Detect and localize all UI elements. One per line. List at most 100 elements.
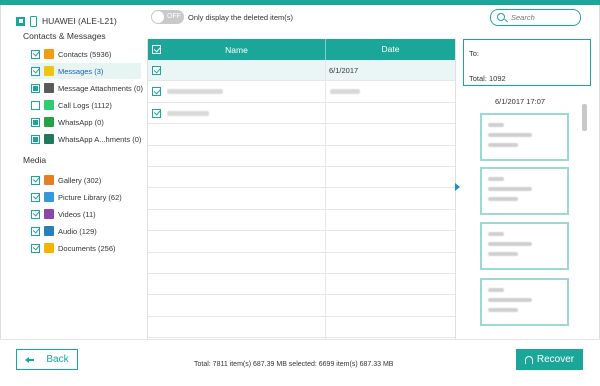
- sidebar-item[interactable]: WhatsApp (0): [31, 114, 104, 130]
- sidebar-item-checkbox[interactable]: [31, 134, 40, 144]
- blurred-message-text: [488, 133, 532, 137]
- table-body: 6/1/2017: [148, 60, 455, 360]
- sidebar-item[interactable]: Contacts (5936): [31, 46, 111, 62]
- recover-button[interactable]: Recover: [516, 349, 583, 370]
- table-row-empty: [148, 253, 455, 274]
- blurred-message-text: [488, 187, 532, 191]
- sidebar-item[interactable]: Gallery (302): [31, 172, 101, 188]
- sidebar-item-label: Picture Library (62): [58, 192, 122, 202]
- table-header: Name Date: [148, 39, 455, 60]
- scrollbar-thumb[interactable]: [582, 104, 587, 131]
- device-name: HUAWEI (ALE-L21): [42, 16, 117, 26]
- sidebar-item-checkbox[interactable]: [31, 66, 40, 76]
- blurred-message-text: [488, 232, 504, 236]
- device-row[interactable]: HUAWEI (ALE-L21): [16, 13, 117, 29]
- to-label: To:: [469, 49, 480, 58]
- preview-timestamp: 6/1/2017 17:07: [495, 97, 546, 106]
- row-checkbox[interactable]: [152, 108, 161, 118]
- recover-icon: [524, 355, 533, 364]
- sidebar-item-checkbox[interactable]: [31, 100, 40, 110]
- blurred-message-text: [488, 242, 532, 246]
- messages-table: Name Date 6/1/2017: [147, 39, 456, 360]
- search-input[interactable]: [511, 12, 577, 23]
- sidebar-item[interactable]: Messages (3): [31, 63, 141, 79]
- sidebar-item-label: Messages (3): [58, 66, 104, 76]
- table-row-empty: [148, 188, 455, 210]
- sidebar-item-checkbox[interactable]: [31, 83, 40, 93]
- sidebar-item-checkbox[interactable]: [31, 175, 40, 185]
- row-checkbox[interactable]: [152, 66, 161, 75]
- recipient-box: To: Total: 1092: [463, 39, 591, 86]
- blurred-message-text: [488, 177, 504, 181]
- deleted-only-toggle[interactable]: OFF: [151, 10, 184, 24]
- blurred-message-text: [488, 252, 518, 256]
- section-title: Media: [23, 155, 47, 165]
- sidebar-item-label: WhatsApp A...hments (0): [58, 134, 142, 144]
- table-row-empty: [148, 146, 455, 167]
- sidebar-item-label: Call Logs (1112): [58, 100, 112, 110]
- sidebar-item-label: Videos (11): [58, 209, 96, 219]
- audio-icon: [44, 226, 54, 236]
- sidebar-item-checkbox[interactable]: [31, 49, 40, 59]
- message-bubble: [480, 222, 569, 270]
- call-logs-icon: [44, 100, 54, 110]
- sidebar-item-label: Audio (129): [58, 226, 97, 236]
- gallery-icon: [44, 175, 54, 185]
- blurred-message-text: [488, 298, 532, 302]
- preview-scrollbar[interactable]: [582, 104, 587, 339]
- sidebar-item[interactable]: WhatsApp A...hments (0): [31, 131, 141, 147]
- sidebar-item-checkbox[interactable]: [31, 117, 40, 127]
- sidebar-item[interactable]: Picture Library (62): [31, 189, 122, 205]
- blurred-contact-name: [167, 89, 223, 95]
- category-sidebar: HUAWEI (ALE-L21) Contacts & Messages Cont…: [0, 5, 147, 339]
- sidebar-item[interactable]: Documents (256): [31, 240, 116, 256]
- sidebar-item[interactable]: Message Attachments (0): [31, 80, 143, 96]
- sidebar-item-label: Message Attachments (0): [58, 83, 144, 93]
- blurred-message-text: [488, 308, 518, 312]
- sidebar-item-checkbox[interactable]: [31, 226, 40, 236]
- device-checkbox[interactable]: [16, 16, 25, 26]
- column-header-date[interactable]: Date: [325, 39, 455, 60]
- table-row-empty: [148, 167, 455, 189]
- sidebar-item-label: Contacts (5936): [58, 49, 112, 59]
- column-divider: [325, 60, 326, 339]
- table-row-empty: [148, 124, 455, 146]
- back-button[interactable]: Back: [16, 349, 78, 370]
- phone-icon: [30, 15, 37, 27]
- message-bubble: [480, 167, 569, 215]
- table-row-empty: [148, 317, 455, 339]
- sidebar-item[interactable]: Call Logs (1112): [31, 97, 112, 113]
- table-row[interactable]: [148, 81, 455, 103]
- search-box[interactable]: [490, 9, 581, 26]
- sidebar-item-label: Documents (256): [58, 243, 116, 253]
- table-row[interactable]: [148, 103, 455, 125]
- table-row[interactable]: 6/1/2017: [148, 60, 455, 82]
- search-icon: [497, 13, 505, 21]
- column-header-name[interactable]: Name: [148, 45, 325, 55]
- blurred-contact-name: [167, 110, 209, 116]
- attachments-icon: [44, 83, 54, 93]
- blurred-message-text: [488, 288, 504, 292]
- documents-icon: [44, 243, 54, 253]
- blurred-message-text: [488, 197, 518, 201]
- expand-preview-arrow-icon[interactable]: [455, 183, 460, 191]
- videos-icon: [44, 209, 54, 219]
- message-total: Total: 1092: [469, 74, 506, 83]
- sidebar-item-checkbox[interactable]: [31, 243, 40, 253]
- sidebar-item-checkbox[interactable]: [31, 192, 40, 202]
- message-bubble: [480, 113, 569, 161]
- whatsapp-icon: [44, 117, 54, 127]
- blurred-message-text: [488, 123, 504, 127]
- sidebar-item[interactable]: Audio (129): [31, 223, 97, 239]
- sidebar-item-checkbox[interactable]: [31, 209, 40, 219]
- sidebar-item[interactable]: Videos (11): [31, 206, 96, 222]
- row-checkbox[interactable]: [152, 87, 161, 97]
- table-row-empty: [148, 210, 455, 232]
- table-row-empty: [148, 274, 455, 296]
- deleted-only-label: Only display the deleted item(s): [188, 13, 294, 22]
- picture-library-icon: [44, 192, 54, 202]
- whatsapp-attachments-icon: [44, 134, 54, 144]
- row-date: 6/1/2017: [329, 66, 359, 75]
- table-row-empty: [148, 231, 455, 253]
- table-row-empty: [148, 295, 455, 317]
